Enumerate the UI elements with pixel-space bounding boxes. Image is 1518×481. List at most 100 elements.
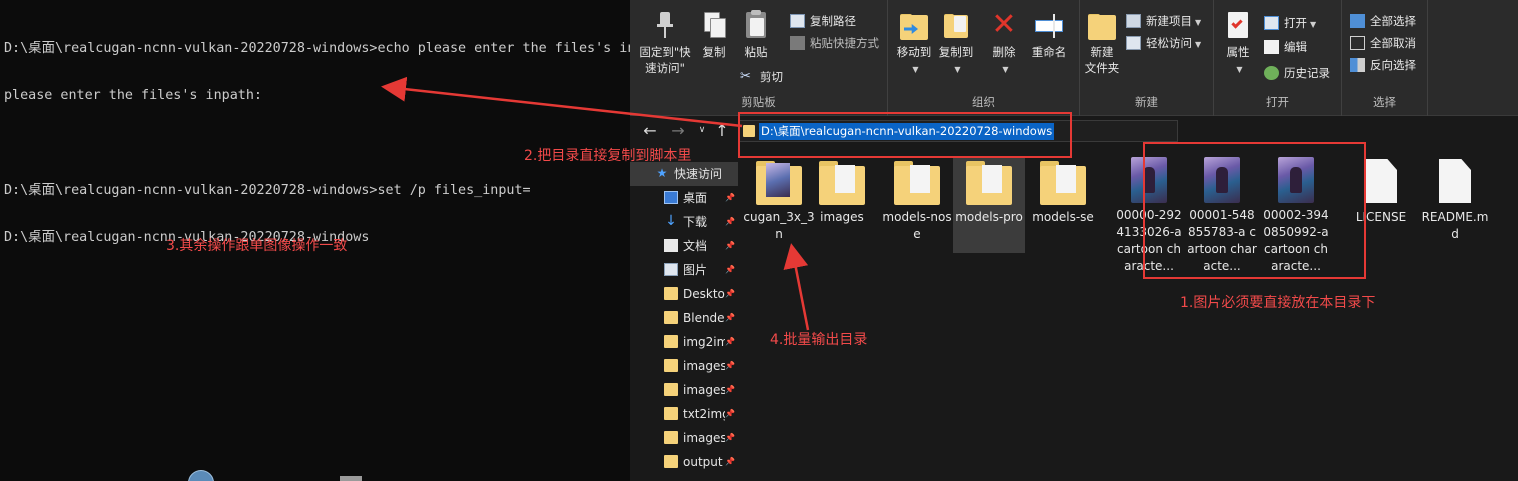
copy-path-button[interactable]: 复制路径	[790, 12, 856, 30]
file-item[interactable]: models-nose	[881, 157, 953, 243]
nav-item-label: img2img	[683, 335, 725, 349]
nav-item[interactable]: Blender 📌	[630, 306, 738, 330]
select-all-label: 全部选择	[1370, 14, 1416, 28]
picture-icon	[664, 263, 678, 276]
nav-item[interactable]: txt2img📌	[630, 402, 738, 426]
edit-button[interactable]: 编辑	[1264, 38, 1307, 56]
copy-to-button[interactable]: 复制到 ▼	[936, 10, 976, 78]
folder-icon	[1040, 157, 1086, 205]
properties-button[interactable]: 属性 ▼	[1220, 10, 1256, 78]
ribbon-toolbar: 固定到"快 速访问" 复制 粘贴 复制路径 粘贴快捷方式 ✂ 剪切 剪贴板 移动…	[630, 0, 1518, 116]
delete-x-icon: ✕	[991, 7, 1017, 42]
move-to-button[interactable]: 移动到 ▼	[894, 10, 934, 78]
open-group-label: 打开	[1266, 95, 1289, 109]
folder-icon	[819, 157, 865, 205]
folder-icon	[664, 311, 678, 324]
folder-icon	[664, 407, 678, 420]
nav-item[interactable]: images 📌	[630, 426, 738, 450]
recent-locations-chevron-icon[interactable]: ∨	[692, 125, 712, 135]
annotation-1: 1.图片必须要直接放在本目录下	[1180, 295, 1376, 311]
up-arrow-icon[interactable]: ↑	[712, 121, 732, 140]
select-none-label: 全部取消	[1370, 36, 1416, 50]
properties-icon	[1224, 10, 1252, 40]
ribbon-group-open: 属性 ▼ 打开 ▼ 编辑 历史记录 打开	[1214, 0, 1342, 116]
select-none-icon	[1350, 36, 1365, 50]
nav-item[interactable]: Desktop📌	[630, 282, 738, 306]
nav-item[interactable]: img2img📌	[630, 330, 738, 354]
open-button[interactable]: 打开 ▼	[1264, 14, 1316, 32]
select-none-button[interactable]: 全部取消	[1350, 34, 1416, 52]
nav-item[interactable]: output 📌	[630, 450, 738, 474]
nav-item[interactable]: 图片 📌	[630, 258, 738, 282]
scissors-icon: ✂	[740, 69, 751, 84]
ribbon-group-organize: 移动到 ▼ 复制到 ▼ ✕ 删除 ▼ 重命名 组织	[888, 0, 1080, 116]
nav-item-label: images	[683, 431, 725, 445]
nav-item[interactable]: 桌面 📌	[630, 186, 738, 210]
paste-shortcut-label: 粘贴快捷方式	[810, 36, 879, 50]
new-item-label: 新建项目	[1146, 14, 1192, 28]
easy-access-label: 轻松访问	[1146, 36, 1192, 50]
nav-item-label: 下载	[683, 215, 708, 229]
pin-icon: 📌	[725, 433, 735, 442]
annotation-3: 3.其余操作跟单图像操作一致	[166, 238, 348, 254]
rename-button[interactable]: 重命名	[1028, 10, 1070, 60]
address-highlight-box	[738, 112, 1072, 158]
pin-quick-access-label: 固定到"快 速访问"	[639, 45, 691, 75]
new-item-button[interactable]: 新建项目 ▼	[1126, 12, 1201, 30]
taskbar-item[interactable]	[340, 476, 362, 481]
properties-label: 属性 ▼	[1226, 45, 1250, 74]
pin-icon: 📌	[725, 409, 735, 418]
open-label: 打开	[1284, 16, 1307, 30]
folder-icon	[894, 157, 940, 205]
new-folder-button[interactable]: 新建 文件夹	[1084, 10, 1120, 76]
new-folder-icon	[1088, 10, 1116, 41]
edit-label: 编辑	[1284, 40, 1307, 54]
console-line: D:\桌面\realcugan-ncnn-vulkan-20220728-win…	[4, 40, 630, 56]
folder-icon	[756, 157, 802, 205]
nav-quick-access[interactable]: ★ 快速访问	[630, 162, 738, 186]
nav-item[interactable]: images 📌	[630, 354, 738, 378]
folder-icon	[664, 287, 678, 300]
nav-item[interactable]: images 📌	[630, 378, 738, 402]
new-group-label: 新建	[1135, 95, 1158, 109]
pin-icon	[651, 10, 679, 40]
file-item[interactable]: cugan_3x_3n	[743, 157, 815, 243]
file-name: images	[820, 210, 864, 224]
file-item[interactable]: images	[806, 157, 878, 226]
nav-item-label: images	[683, 383, 725, 397]
cut-button[interactable]: ✂ 剪切	[740, 68, 783, 86]
desktop-icon	[664, 191, 678, 204]
nav-item[interactable]: ↓ 下载 📌	[630, 210, 738, 234]
copy-label: 复制	[702, 45, 726, 59]
annotation-2: 2.把目录直接复制到脚本里	[524, 148, 692, 164]
console-line: D:\桌面\realcugan-ncnn-vulkan-20220728-win…	[4, 182, 531, 198]
folder-icon	[664, 383, 678, 396]
new-item-icon	[1126, 14, 1141, 28]
pin-icon: 📌	[725, 289, 735, 298]
organize-group-label: 组织	[972, 95, 995, 109]
paste-button[interactable]: 粘贴	[738, 10, 774, 60]
history-button[interactable]: 历史记录	[1264, 64, 1330, 82]
nav-item[interactable]: 文档 📌	[630, 234, 738, 258]
back-arrow-icon[interactable]: ←	[640, 121, 660, 140]
rename-icon	[1035, 10, 1063, 40]
copy-to-icon	[942, 10, 970, 40]
star-icon: ★	[656, 166, 668, 180]
download-icon: ↓	[665, 213, 677, 229]
delete-button[interactable]: ✕ 删除 ▼	[988, 10, 1020, 78]
invert-selection-button[interactable]: 反向选择	[1350, 56, 1416, 74]
file-name: models-pro	[955, 210, 1023, 224]
copy-button[interactable]: 复制	[698, 10, 730, 60]
paste-shortcut-button[interactable]: 粘贴快捷方式	[790, 34, 879, 52]
pin-quick-access-button[interactable]: 固定到"快 速访问"	[636, 10, 694, 76]
forward-arrow-icon[interactable]: →	[668, 121, 688, 140]
file-list: cugan_3x_3n images models-nose models-pro mo…	[738, 145, 1518, 481]
file-item[interactable]: models-se	[1027, 157, 1099, 226]
nav-item-label: images	[683, 359, 725, 373]
paste-label: 粘贴	[744, 45, 768, 59]
easy-access-button[interactable]: 轻松访问 ▼	[1126, 34, 1201, 52]
select-all-button[interactable]: 全部选择	[1350, 12, 1416, 30]
file-explorer-window: 固定到"快 速访问" 复制 粘贴 复制路径 粘贴快捷方式 ✂ 剪切 剪贴板 移动…	[630, 0, 1518, 481]
file-item[interactable]: models-pro	[953, 157, 1025, 253]
file-item[interactable]: README.md	[1419, 157, 1491, 243]
